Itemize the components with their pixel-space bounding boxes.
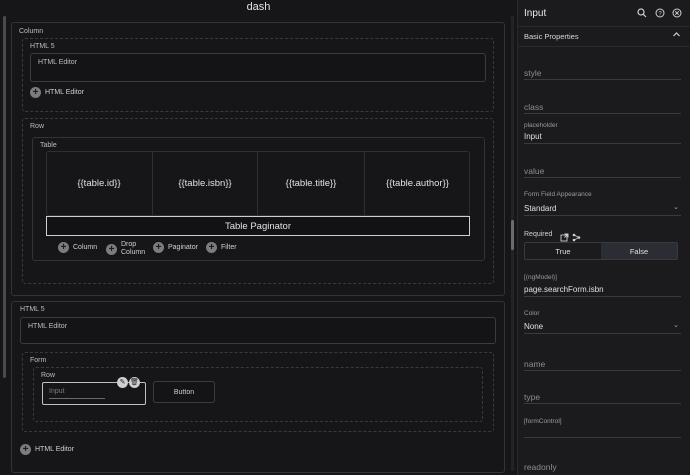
html-editor-2-text: HTML Editor	[28, 323, 68, 330]
ngmodel-label: [(ngModel)]	[524, 274, 557, 281]
form-label: Form	[30, 357, 47, 364]
canvas-title: dash	[246, 1, 271, 13]
table-column-author[interactable]: {{table.author}}	[365, 151, 470, 215]
search-icon[interactable]	[636, 8, 648, 20]
type-placeholder: type	[524, 392, 541, 402]
input-underline	[49, 398, 105, 399]
chevron-down-icon: ⌄	[673, 322, 679, 329]
value-placeholder: value	[524, 166, 545, 176]
input-placeholder: Input	[49, 388, 65, 395]
name-field[interactable]: name	[524, 357, 681, 371]
readonly-placeholder: readonly	[524, 462, 557, 472]
add-html-editor-button[interactable]: + HTML Editor	[30, 87, 84, 98]
placeholder-label: placeholder	[524, 122, 558, 129]
html-editor-2[interactable]: HTML Editor	[20, 317, 496, 344]
html-editor-text: HTML Editor	[38, 59, 78, 66]
add-paginator-label: Paginator	[168, 244, 198, 251]
table-label: Table	[40, 142, 57, 149]
help-icon[interactable]: ?	[654, 8, 666, 20]
row-label: Row	[30, 123, 45, 130]
toggle-true-option[interactable]: True	[525, 243, 601, 259]
plus-icon: +	[106, 243, 117, 255]
button-component[interactable]: Button	[153, 381, 215, 403]
add-filter-button[interactable]: + Filter	[206, 242, 237, 253]
ngmodel-field[interactable]: [(ngModel)] page.searchForm.isbn	[524, 274, 681, 297]
ngmodel-value: page.searchForm.isbn	[524, 285, 604, 294]
panel-header: Input ?	[518, 0, 690, 27]
color-select[interactable]: Color None ⌄	[524, 310, 681, 334]
add-html-editor-label-2: HTML Editor	[35, 446, 75, 453]
plus-icon: +	[58, 242, 69, 253]
canvas-scrollbar-left[interactable]	[3, 16, 6, 378]
formcontrol-label: [formControl]	[524, 418, 562, 425]
appearance-value: Standard	[524, 204, 557, 213]
plus-icon: +	[20, 444, 31, 455]
table-paginator[interactable]: Table Paginator	[46, 216, 470, 236]
table-column-id[interactable]: {{table.id}}	[46, 151, 153, 215]
canvas-scrollbar-thumb[interactable]	[511, 220, 514, 250]
color-value: None	[524, 322, 544, 331]
table-column-title[interactable]: {{table.title}}	[258, 151, 365, 215]
appearance-select[interactable]: Form Field Appearance Standard ⌄	[524, 190, 681, 216]
chevron-up-icon[interactable]	[672, 30, 681, 41]
add-column-label: Column	[73, 244, 98, 251]
plus-icon: +	[153, 242, 164, 253]
placeholder-field[interactable]: placeholder Input	[524, 121, 681, 144]
required-toggle[interactable]: True False	[524, 242, 678, 260]
class-field[interactable]: class	[524, 100, 681, 114]
formcontrol-field[interactable]: [formControl]	[524, 417, 681, 438]
drop-column-button[interactable]: + Drop Column	[106, 241, 147, 257]
design-canvas: dash Column HTML 5 HTML Editor + HTML Ed…	[0, 0, 517, 475]
style-placeholder: style	[524, 68, 542, 78]
required-label: Required	[524, 231, 553, 238]
panel-title: Input	[524, 8, 547, 19]
toggle-false-option[interactable]: False	[601, 243, 677, 259]
add-paginator-button[interactable]: + Paginator	[153, 242, 198, 253]
placeholder-value: Input	[524, 132, 542, 141]
basic-properties-section[interactable]: Basic Properties	[518, 27, 690, 47]
add-filter-label: Filter	[221, 244, 237, 251]
delete-icon[interactable]: 🗑	[129, 377, 140, 388]
value-field[interactable]: value	[524, 163, 681, 178]
appearance-label: Form Field Appearance	[524, 191, 592, 198]
close-icon[interactable]	[671, 8, 683, 20]
color-label: Color	[524, 310, 540, 317]
type-field[interactable]: type	[524, 390, 681, 404]
form-row-label: Row	[41, 372, 56, 379]
drop-column-label: Drop Column	[121, 241, 146, 256]
html5-label: HTML 5	[30, 43, 55, 50]
add-html-editor-button-2[interactable]: + HTML Editor	[20, 444, 74, 455]
table-column-isbn[interactable]: {{table.isbn}}	[153, 151, 258, 215]
style-field[interactable]: style	[524, 66, 681, 80]
section-title: Basic Properties	[524, 32, 579, 41]
plus-icon: +	[30, 87, 41, 98]
chevron-down-icon: ⌄	[673, 204, 679, 211]
add-html-editor-label: HTML Editor	[45, 89, 85, 96]
html5-label-2: HTML 5	[20, 306, 45, 313]
edit-icon[interactable]: ✎	[117, 377, 128, 388]
plus-icon: +	[206, 242, 217, 253]
class-placeholder: class	[524, 102, 544, 112]
name-placeholder: name	[524, 359, 546, 369]
html-editor[interactable]: HTML Editor	[30, 53, 486, 82]
column-label: Column	[19, 28, 44, 35]
readonly-field[interactable]: readonly	[524, 460, 681, 474]
add-column-button[interactable]: + Column	[58, 242, 97, 253]
